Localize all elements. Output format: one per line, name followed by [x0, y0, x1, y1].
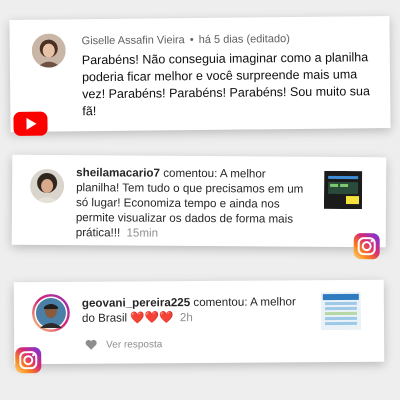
- instagram-comment-card: sheilamacario7 comentou: A melhor planil…: [11, 154, 387, 260]
- reply-row[interactable]: Ver resposta: [84, 337, 162, 352]
- comment-time: há 5 dias (editado): [198, 33, 290, 47]
- instagram-comment-card: geovani_pereira225 comentou: A melhor do…: [13, 279, 385, 374]
- separator-dot: •: [186, 34, 197, 47]
- heart-outline-icon[interactable]: [84, 338, 98, 352]
- view-reply-link[interactable]: Ver resposta: [106, 339, 162, 350]
- avatar[interactable]: [31, 33, 66, 68]
- comment-time: 2h: [179, 311, 193, 325]
- comment-username[interactable]: geovani_pereira225: [82, 296, 190, 310]
- avatar[interactable]: [29, 168, 65, 204]
- instagram-logo-icon: [353, 232, 381, 265]
- comment-text: Parabéns! Não conseguia imaginar como a …: [81, 50, 370, 119]
- comment-time: 15min: [126, 226, 159, 240]
- comment-text-block: geovani_pereira225 comentou: A melhor do…: [82, 294, 312, 326]
- avatar[interactable]: [31, 294, 70, 333]
- post-thumbnail[interactable]: [323, 170, 363, 210]
- heart-emojis: ❤️❤️❤️: [130, 311, 174, 325]
- youtube-logo-icon: [12, 111, 48, 142]
- instagram-logo-icon: [14, 346, 42, 379]
- comment-username[interactable]: sheilamacario7: [76, 166, 160, 180]
- comment-author[interactable]: Giselle Assafin Vieira: [82, 34, 185, 47]
- comment-text-block: sheilamacario7 comentou: A melhor planil…: [76, 165, 307, 242]
- youtube-comment-card: Giselle Assafin Vieira • há 5 dias (edit…: [9, 16, 391, 136]
- post-thumbnail[interactable]: [320, 291, 362, 331]
- comment-meta: Giselle Assafin Vieira • há 5 dias (edit…: [82, 33, 290, 47]
